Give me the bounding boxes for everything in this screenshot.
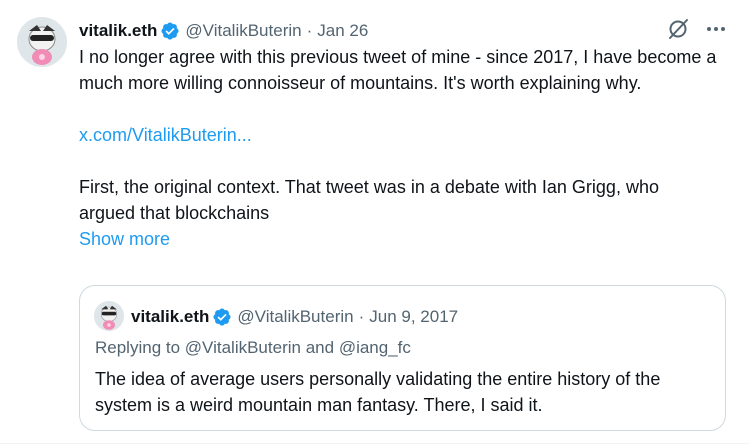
verified-badge-icon <box>212 307 232 327</box>
quote-avatar[interactable] <box>94 301 124 331</box>
quote-handle[interactable]: @VitalikButerin <box>237 307 353 327</box>
mention-link[interactable]: @iang_fc <box>339 338 411 357</box>
separator-dot: · <box>306 21 313 40</box>
grok-icon[interactable] <box>665 16 691 42</box>
tweet-paragraph-2: First, the original context. That tweet … <box>79 177 659 223</box>
replying-to: Replying to @VitalikButerin and @iang_fc <box>95 338 411 358</box>
avatar[interactable] <box>17 17 67 67</box>
tweet-text: I no longer agree with this previous twe… <box>79 44 719 252</box>
tweet-link[interactable]: x.com/VitalikButerin... <box>79 125 252 145</box>
top-actions <box>665 16 729 42</box>
tweet-paragraph-1: I no longer agree with this previous twe… <box>79 47 717 93</box>
quote-display-name[interactable]: vitalik.eth <box>131 307 209 327</box>
more-icon[interactable] <box>703 16 729 42</box>
replying-to-label: Replying to <box>95 338 181 357</box>
timestamp[interactable]: Jan 26 <box>317 21 368 41</box>
mention-link[interactable]: @VitalikButerin <box>185 338 301 357</box>
and-label: and <box>305 338 335 357</box>
tweet-header: vitalik.eth @VitalikButerin · Jan 26 <box>79 20 368 42</box>
separator-dot: · <box>358 307 365 326</box>
display-name[interactable]: vitalik.eth <box>79 21 157 41</box>
show-more-link[interactable]: Show more <box>79 226 170 252</box>
handle[interactable]: @VitalikButerin <box>185 21 301 41</box>
quoted-tweet[interactable]: vitalik.eth @VitalikButerin · Jun 9, 201… <box>79 285 726 431</box>
verified-badge-icon <box>160 21 180 41</box>
quote-text: The idea of average users personally val… <box>95 369 661 415</box>
tweet[interactable]: vitalik.eth @VitalikButerin · Jan 26 I n… <box>0 0 749 444</box>
quote-timestamp[interactable]: Jun 9, 2017 <box>369 307 458 327</box>
quote-header: vitalik.eth @VitalikButerin · Jun 9, 201… <box>131 306 458 328</box>
